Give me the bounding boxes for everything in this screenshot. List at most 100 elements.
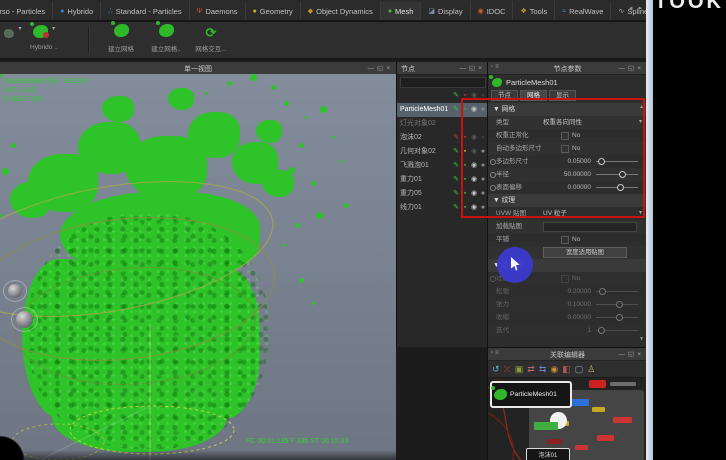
hybrido-splash-icon — [33, 25, 48, 38]
pencil-icon[interactable]: ✎ — [452, 201, 460, 215]
float-icon[interactable]: ◱ — [628, 65, 637, 72]
menu-tab-geometry[interactable]: ●Geometry — [246, 2, 301, 22]
minimize-icon[interactable]: — — [619, 65, 629, 72]
chevron-down-icon: ▾ — [52, 26, 55, 32]
checkbox[interactable] — [561, 236, 569, 244]
menu-tab-standard-particles[interactable]: ∴Standard - Particles — [101, 1, 189, 21]
text-field[interactable] — [543, 222, 637, 232]
node-row-label: 重力05 — [400, 190, 422, 197]
toolbar-button-label: 建立网格 — [100, 43, 142, 53]
hybrido-label: Hybrido .. — [30, 44, 58, 51]
sphere-gizmo[interactable] — [8, 284, 22, 298]
menu-tab-tools[interactable]: ❖Tools — [513, 1, 555, 21]
graph-canvas[interactable]: ParticleMesh01 泡沫01 — [488, 378, 647, 460]
pencil-icon[interactable]: ✎ — [452, 145, 460, 159]
node-row-label: 飞溅泡01 — [400, 162, 429, 169]
checkbox[interactable] — [561, 275, 569, 283]
pencil-icon[interactable]: ✎ — [452, 187, 460, 201]
person-icon[interactable]: ♙ — [587, 364, 595, 374]
scroll-down-icon[interactable]: ▼ — [639, 336, 644, 342]
param-value[interactable]: 0.00000 — [545, 311, 591, 324]
viewport-3d[interactable]: ParticleMesh 粒子 195,130 M F 1,162 V 662 … — [0, 74, 396, 460]
slider-knob[interactable] — [616, 301, 623, 308]
viewport-window-buttons[interactable]: —◱× — [368, 64, 393, 72]
minimize-icon[interactable]: — — [368, 65, 378, 72]
nodes-filter-input[interactable] — [400, 77, 486, 88]
link-out-icon[interactable]: ⇄ — [527, 364, 535, 374]
param-row-张力[interactable]: 张力0.10000 — [488, 298, 647, 311]
toolbar-button-网格交互-[interactable]: ⟳网格交互... — [190, 24, 232, 53]
sphere-gizmo[interactable] — [16, 311, 33, 328]
float-icon[interactable]: ◱ — [628, 351, 637, 358]
tool-dropdown-small[interactable]: ▾ — [4, 25, 21, 43]
param-row-平铺[interactable]: 平铺No — [488, 233, 647, 246]
menu-tab-object-dynamics[interactable]: ◆Object Dynamics — [301, 1, 381, 21]
viewport-corner-vignette — [0, 432, 28, 460]
graph-node-particlemesh[interactable]: ParticleMesh01 — [490, 381, 572, 408]
minimize-icon[interactable]: — — [460, 65, 470, 72]
minimize-icon[interactable]: — — [619, 351, 629, 358]
pencil-icon[interactable]: ✎ — [452, 159, 460, 173]
float-icon[interactable]: ◱ — [377, 65, 386, 72]
close-icon[interactable]: × — [637, 351, 644, 358]
folder-icon[interactable]: ▣ — [515, 364, 524, 374]
main-toolbar: ▾ ▾ Hybrido .. 建立网格建立网格..⟳网格交互... — [0, 22, 646, 60]
param-row-加载贴图[interactable]: 加载贴图 — [488, 220, 647, 233]
menu-tab-icon: ● — [253, 8, 257, 15]
break-link-icon[interactable]: ⤫ — [504, 364, 511, 374]
nodes-icon[interactable]: ◧ — [562, 364, 571, 374]
param-slider[interactable] — [596, 291, 638, 292]
param-row-松弛[interactable]: 松弛 0.20000 — [488, 285, 647, 298]
menu-tab-mesh[interactable]: ●Mesh — [381, 2, 422, 22]
pencil-icon[interactable]: ✎ — [452, 131, 460, 145]
param-row-迭代[interactable]: 迭代1 — [488, 324, 647, 337]
chevron-down-icon: ▾ — [18, 26, 21, 32]
param-slider[interactable] — [596, 317, 638, 318]
menu-scroll-arrows[interactable]: ◂ ▸ — [629, 4, 644, 12]
slider-knob[interactable] — [616, 314, 623, 321]
menu-tab-hybrido[interactable]: ●Hybrido — [53, 2, 101, 22]
menu-tab-label: Tools — [530, 7, 548, 16]
menu-tab-label: IDOC — [487, 7, 506, 16]
sync-icon[interactable]: ↺ — [492, 364, 500, 374]
close-icon[interactable]: × — [637, 65, 644, 72]
slider-knob[interactable] — [599, 288, 606, 295]
hybrido-dropdown[interactable]: ▾ Hybrido .. — [30, 25, 58, 51]
param-row-收缩[interactable]: 收缩0.00000 — [488, 311, 647, 324]
menu-tab-realwave[interactable]: ≈RealWave — [555, 2, 611, 22]
menu-tab-label: Hybrido — [67, 7, 93, 16]
float-icon[interactable]: ◱ — [469, 65, 478, 72]
toolbar-button-建立网格[interactable]: 建立网格 — [100, 24, 142, 53]
pencil-icon[interactable]: ✎ — [452, 89, 460, 103]
param-value[interactable]: 1 — [545, 324, 591, 337]
param-label: 松弛 — [496, 285, 509, 298]
menu-tab-label: Standard - Particles — [116, 7, 182, 16]
pencil-icon[interactable]: ✎ — [452, 103, 460, 117]
node-row-label: 线力01 — [400, 204, 422, 211]
param-slider[interactable] — [596, 330, 638, 331]
menu-tab-display[interactable]: ◪Display — [421, 1, 470, 21]
close-icon[interactable]: × — [478, 65, 485, 72]
menu-tab-label: Geometry — [260, 7, 293, 16]
realflow-window: ●Dyverso - Particles●Hybrido∴Standard - … — [0, 0, 726, 460]
param-slider[interactable] — [596, 304, 638, 305]
param-button[interactable]: 宽度适用贴图 — [543, 247, 627, 258]
menu-tab-dyverso-particles[interactable]: ●Dyverso - Particles — [0, 2, 53, 22]
palette-icon[interactable]: ◉ — [550, 364, 558, 374]
menu-tab-icon: ● — [388, 8, 392, 15]
pencil-icon[interactable]: ✎ — [452, 173, 460, 187]
red-flag-badge[interactable] — [589, 380, 606, 388]
toolbar-button-建立网格-[interactable]: 建立网格.. — [145, 24, 187, 53]
param-value[interactable]: 0.20000 — [545, 285, 591, 298]
param-value[interactable]: 0.10000 — [545, 298, 591, 311]
link-in-icon[interactable]: ⇆ — [539, 364, 547, 374]
slider-knob[interactable] — [598, 327, 605, 334]
menu-tab-icon: Ψ — [197, 8, 203, 15]
monitor-icon[interactable]: ▢ — [575, 364, 584, 374]
menu-tab-label: Mesh — [395, 7, 413, 16]
graph-node-partial[interactable]: 泡沫01 — [526, 448, 570, 460]
menu-tab-idoc[interactable]: ◉IDOC — [471, 1, 514, 21]
menu-tab-daemons[interactable]: ΨDaemons — [190, 2, 246, 22]
checkbox-state: No — [572, 272, 580, 285]
close-icon[interactable]: × — [386, 65, 393, 72]
